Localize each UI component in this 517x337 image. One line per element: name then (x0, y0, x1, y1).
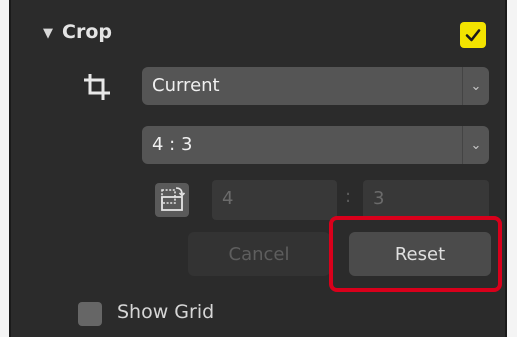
aspect-ratio-value: 4 : 3 (152, 134, 193, 155)
crop-preset-value: Current (152, 75, 220, 96)
show-grid-label[interactable]: Show Grid (117, 301, 214, 323)
section-collapse-icon[interactable]: ▼ (43, 26, 53, 41)
reset-highlight-frame (329, 216, 502, 292)
ratio-height-input[interactable]: 3 (363, 180, 489, 220)
ratio-width-input[interactable]: 4 (212, 180, 337, 220)
show-grid-checkbox[interactable] (78, 302, 102, 326)
checkmark-icon (465, 29, 481, 42)
crop-enabled-checkbox[interactable] (460, 22, 486, 48)
chevron-down-icon: ⌄ (462, 67, 489, 105)
aspect-ratio-dropdown[interactable]: 4 : 3 ⌄ (142, 126, 489, 164)
crop-icon (84, 74, 110, 100)
rotate-ratio-button[interactable] (155, 183, 189, 217)
ratio-separator: : (345, 186, 352, 207)
screenshot-frame: ▼ Crop Current ⌄ 4 : 3 ⌄ 4 : 3 Cancel Re… (0, 0, 517, 337)
crop-preset-dropdown[interactable]: Current ⌄ (142, 67, 489, 105)
chevron-down-icon: ⌄ (462, 126, 489, 164)
cancel-button[interactable]: Cancel (188, 232, 330, 276)
rotate-ratio-icon (161, 187, 186, 211)
section-title[interactable]: Crop (62, 21, 112, 43)
